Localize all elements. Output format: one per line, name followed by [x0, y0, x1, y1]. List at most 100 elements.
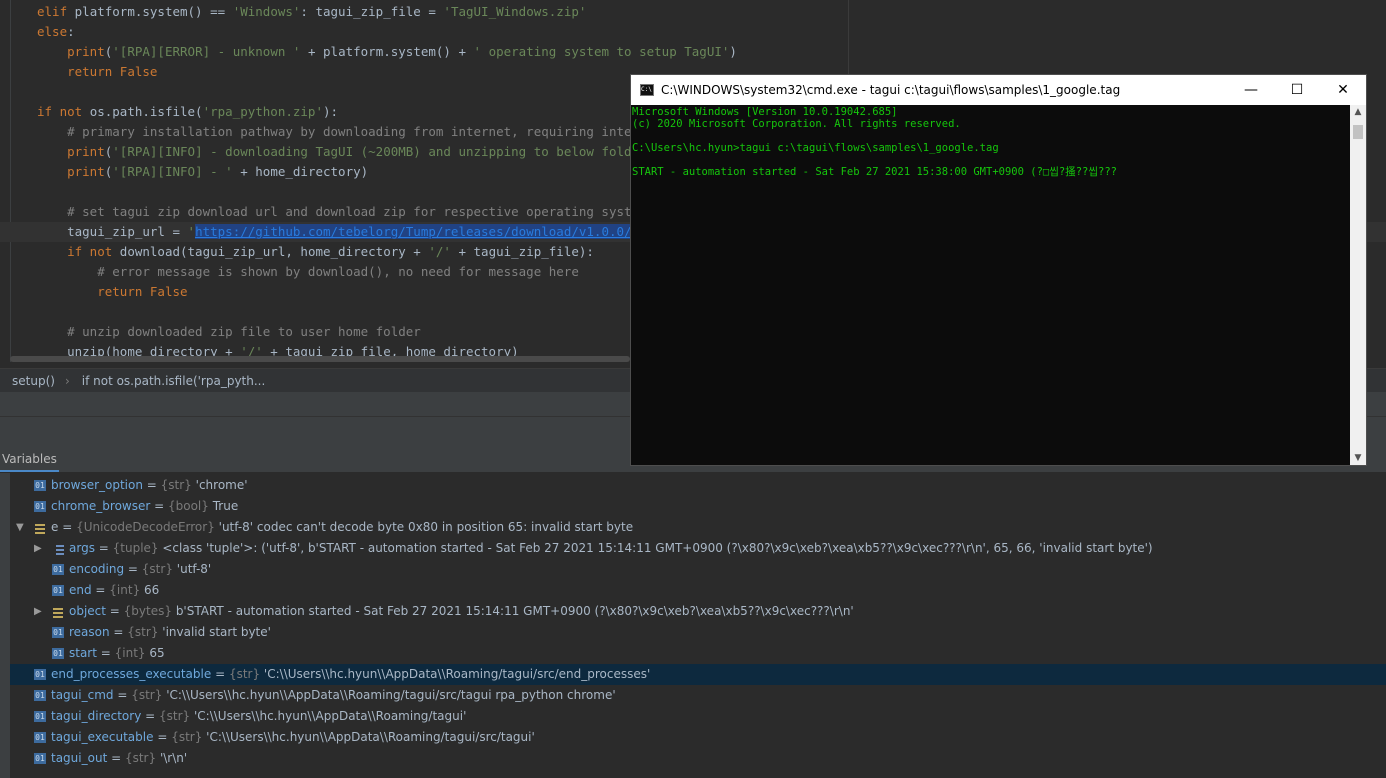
code-token: False: [119, 64, 158, 79]
cmd-console-output[interactable]: Microsoft Windows [Version 10.0.19042.68…: [631, 105, 1351, 465]
equals-sign: =: [150, 499, 168, 513]
equals-sign: =: [105, 604, 124, 618]
expand-arrow-icon[interactable]: ▶: [34, 538, 42, 559]
editor-horizontal-scrollbar[interactable]: [10, 356, 630, 362]
object-icon: [34, 522, 46, 534]
code-token: return: [97, 284, 150, 299]
variable-row[interactable]: 01 end = {int} 66: [10, 580, 1386, 601]
code-line[interactable]: print('[RPA][ERROR] - unknown ' + platfo…: [0, 42, 1386, 62]
expand-arrow-icon[interactable]: ▶: [34, 601, 42, 622]
variable-value: 'chrome': [191, 478, 248, 492]
variable-row[interactable]: 01 reason = {str} 'invalid start byte': [10, 622, 1386, 643]
code-token: + tagui_zip_file):: [450, 244, 594, 259]
cmd-vertical-scrollbar[interactable]: ▲ ▼: [1350, 105, 1366, 465]
collapse-arrow-icon[interactable]: ▼: [16, 517, 24, 538]
variable-name: chrome_browser: [51, 499, 151, 513]
maximize-button[interactable]: ☐: [1274, 75, 1320, 105]
variable-type: {int}: [109, 583, 141, 597]
code-token: # unzip downloaded zip file to user home…: [67, 324, 421, 339]
cmd-window[interactable]: C:\ C:\WINDOWS\system32\cmd.exe - tagui …: [630, 74, 1367, 466]
code-token: platform.system() ==: [74, 4, 233, 19]
code-url-link[interactable]: https://github.com/tebelorg/Tump/release…: [195, 224, 632, 239]
close-button[interactable]: ✕: [1320, 75, 1366, 105]
code-token: if not: [37, 104, 90, 119]
code-token: ): [729, 44, 737, 59]
variables-panel[interactable]: 01 browser_option = {str} 'chrome' 01 chrom…: [0, 473, 1386, 778]
variable-value: b'START - automation started - Sat Feb 2…: [172, 604, 854, 618]
scroll-up-arrow-icon[interactable]: ▲: [1350, 105, 1366, 119]
variable-name: end_processes_executable: [51, 667, 212, 681]
code-line[interactable]: else:: [0, 22, 1386, 42]
variable-value: 'C:\\Users\\hc.hyun\\AppData\\Roaming/ta…: [260, 667, 651, 681]
variable-row[interactable]: 01 tagui_cmd = {str} 'C:\\Users\\hc.hyun\…: [10, 685, 1386, 706]
code-token: # primary installation pathway by downlo…: [67, 124, 677, 139]
variable-row[interactable]: 01 end_processes_executable = {str} 'C:\\…: [10, 664, 1386, 685]
code-token: print: [67, 144, 105, 159]
equals-sign: =: [109, 625, 128, 639]
breadcrumb-item-function[interactable]: setup(): [12, 374, 55, 388]
code-token: if not: [67, 244, 120, 259]
primitive-value-icon: 01: [34, 732, 46, 743]
variable-name: tagui_executable: [51, 730, 154, 744]
variable-row[interactable]: 01 encoding = {str} 'utf-8': [10, 559, 1386, 580]
variable-type: {str}: [171, 730, 203, 744]
equals-sign: =: [142, 478, 161, 492]
minimize-button[interactable]: —: [1228, 75, 1274, 105]
variable-value: 'utf-8' codec can't decode byte 0x80 in …: [214, 520, 634, 534]
code-token: '[RPA][ERROR] - unknown ': [112, 44, 301, 59]
variable-value: 'C:\\Users\\hc.hyun\\AppData\\Roaming/ta…: [202, 730, 535, 744]
primitive-value-icon: 01: [52, 648, 64, 659]
variable-name: tagui_out: [51, 751, 108, 765]
code-token: tagui_zip_url =: [67, 224, 188, 239]
equals-sign: =: [124, 562, 142, 576]
primitive-value-icon: 01: [52, 627, 64, 638]
variable-name: args: [69, 541, 95, 555]
scroll-down-arrow-icon[interactable]: ▼: [1350, 451, 1366, 465]
variable-name: browser_option: [51, 478, 143, 492]
variable-row[interactable]: ▶ args = {tuple} <class 'tuple'>: ('utf-8…: [10, 538, 1386, 559]
variable-type: {str}: [131, 688, 163, 702]
variable-type: {str}: [124, 751, 157, 765]
variables-panel-toolbar: [0, 473, 10, 778]
primitive-value-icon: 01: [34, 690, 46, 701]
variable-row[interactable]: ▼ e = {UnicodeDecodeError} 'utf-8' codec …: [10, 517, 1386, 538]
primitive-value-icon: 01: [52, 564, 64, 575]
cmd-window-title: C:\WINDOWS\system32\cmd.exe - tagui c:\t…: [661, 83, 1121, 97]
tab-variables[interactable]: Variables: [0, 448, 59, 472]
code-token: elif: [37, 4, 75, 19]
code-token: : tagui_zip_file =: [300, 4, 444, 19]
code-token: 'TagUI_Windows.zip': [443, 4, 587, 19]
variable-value: 'C:\\Users\\hc.hyun\\AppData\\Roaming/ta…: [162, 688, 616, 702]
code-token: 'Windows': [232, 4, 301, 19]
variable-type: {str}: [141, 562, 173, 576]
breadcrumb-item-block[interactable]: if not os.path.isfile('rpa_pyth...: [82, 374, 266, 388]
code-token: False: [149, 284, 188, 299]
code-token: '[RPA][INFO] - downloading TagUI (~200MB…: [112, 144, 677, 159]
variable-row[interactable]: 01 tagui_directory = {str} 'C:\\Users\\hc…: [10, 706, 1386, 727]
equals-sign: =: [91, 583, 110, 597]
variable-row[interactable]: 01 start = {int} 65: [10, 643, 1386, 664]
cmd-title-bar[interactable]: C:\ C:\WINDOWS\system32\cmd.exe - tagui …: [631, 75, 1366, 105]
variable-name: start: [69, 646, 97, 660]
variable-row[interactable]: ▶ object = {bytes} b'START - automation s…: [10, 601, 1386, 622]
variable-type: {str}: [228, 667, 261, 681]
code-line[interactable]: elif platform.system() == 'Windows': tag…: [0, 2, 1386, 22]
variable-row[interactable]: 01 tagui_executable = {str} 'C:\\Users\\h…: [10, 727, 1386, 748]
code-token: print: [67, 44, 105, 59]
variable-row[interactable]: 01 tagui_out = {str} '\r\n': [10, 748, 1386, 769]
code-token: ' operating system to setup TagUI': [473, 44, 730, 59]
variable-row[interactable]: 01 browser_option = {str} 'chrome': [10, 475, 1386, 496]
variable-row[interactable]: 01 chrome_browser = {bool} True: [10, 496, 1386, 517]
equals-sign: =: [153, 730, 172, 744]
code-token: '[RPA][INFO] - ': [112, 164, 233, 179]
scrollbar-thumb[interactable]: [1353, 125, 1363, 139]
variable-name: object: [69, 604, 106, 618]
variable-name: encoding: [69, 562, 125, 576]
